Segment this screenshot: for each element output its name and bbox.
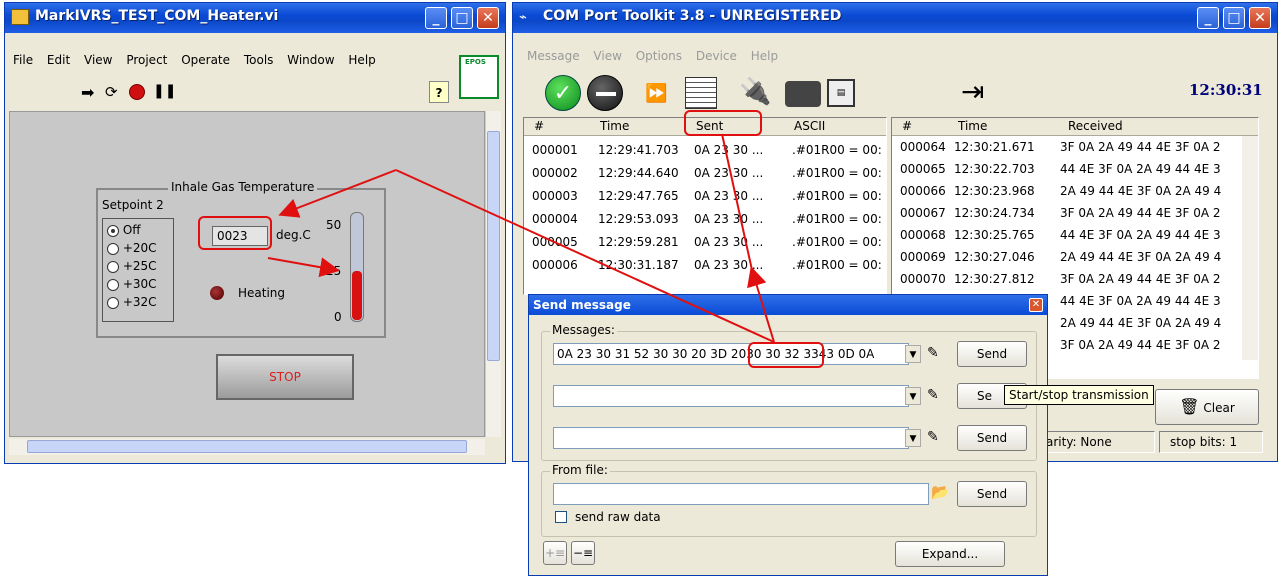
annotation-arrows [267, 133, 775, 343]
